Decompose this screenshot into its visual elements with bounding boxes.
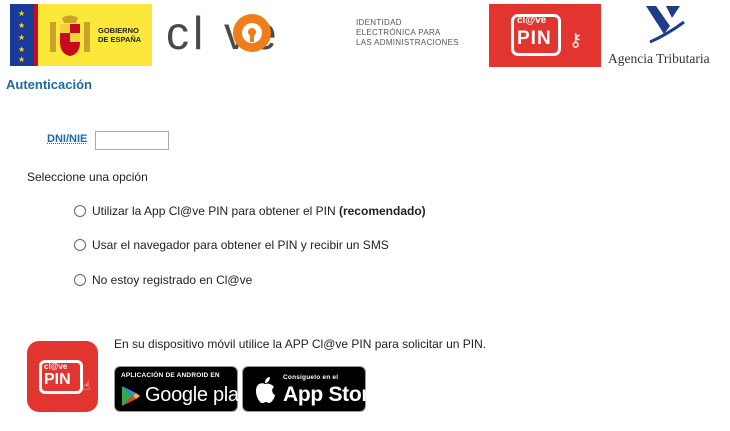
keys-icon: ⚷: [569, 30, 583, 50]
google-play-icon: [122, 386, 140, 406]
option-not-registered[interactable]: No estoy registrado en Cl@ve: [74, 272, 252, 288]
clave-sub-line2: ELECTRÓNICA PARA: [356, 28, 441, 37]
select-option-label: Seleccione una opción: [27, 170, 148, 184]
app-key-icon: ☝: [83, 379, 91, 393]
option-browser-sms-label: Usar el navegador para obtener el PIN y …: [92, 238, 389, 252]
gov-text-line1: GOBIERNO: [98, 26, 139, 35]
header-logos: ★ ★ ★ ★ ★ GOBIERNO DE ESPAÑA cl ve IDENTID…: [0, 0, 730, 72]
option-app-clave-pin-label: Utilizar la App Cl@ve PIN para obtener e…: [92, 204, 426, 218]
app-store-badge[interactable]: Consíguelo en el App Store: [242, 366, 381, 412]
spain-flag-stripe: [34, 4, 38, 66]
agencia-tributaria-logo: Agencia Tributaria: [606, 2, 724, 70]
clave-pin-app-icon: cl@ve PIN ☝: [27, 341, 98, 412]
app-store-small-text: Consíguelo en el: [283, 374, 339, 381]
google-play-small-text: APLICACIÓN DE ANDROID EN: [121, 372, 220, 379]
clave-at-keyhole-icon: [233, 14, 271, 52]
app-icon-pin: PIN: [44, 371, 71, 388]
clave-subtitle: IDENTIDAD ELECTRÓNICA PARA LAS ADMINISTR…: [356, 18, 459, 48]
app-instructions: En su dispositivo móvil utilice la APP C…: [114, 337, 487, 351]
gov-text-line2: DE ESPAÑA: [98, 35, 142, 44]
eu-flag-icon: ★ ★ ★ ★ ★: [10, 4, 34, 66]
option-not-registered-label: No estoy registrado en Cl@ve: [92, 273, 253, 287]
radio-browser-sms[interactable]: [74, 239, 86, 251]
clave-sub-line3: LAS ADMINISTRACIONES: [356, 38, 459, 47]
option-browser-sms[interactable]: Usar el navegador para obtener el PIN y …: [74, 237, 389, 253]
pin-logo-top: cl@ve: [517, 15, 547, 26]
apple-icon: [256, 377, 275, 404]
google-play-badge[interactable]: APLICACIÓN DE ANDROID EN Google play: [114, 366, 249, 412]
clave-pin-logo: cl@ve PIN ⚷: [489, 4, 601, 67]
google-play-big-text: Google play: [145, 384, 249, 406]
agencia-tributaria-mark-icon: [646, 6, 685, 44]
radio-app-clave-pin[interactable]: [74, 205, 86, 217]
app-icon-top: cl@ve: [44, 362, 68, 371]
agencia-tributaria-text: Agencia Tributaria: [608, 51, 710, 66]
clave-logo: cl ve: [166, 6, 366, 60]
coat-of-arms-icon: [50, 15, 90, 56]
dni-nie-label: DNI/NIE: [47, 133, 88, 145]
gobierno-espana-logo: ★ ★ ★ ★ ★ GOBIERNO DE ESPAÑA: [10, 4, 152, 66]
pin-logo-pin: PIN: [517, 28, 552, 49]
app-store-big-text: App Store: [283, 383, 381, 406]
dni-nie-input[interactable]: [95, 131, 169, 150]
page-title: Autenticación: [6, 77, 92, 92]
clave-sub-line1: IDENTIDAD: [356, 18, 402, 27]
option-app-clave-pin[interactable]: Utilizar la App Cl@ve PIN para obtener e…: [74, 203, 426, 219]
radio-not-registered[interactable]: [74, 274, 86, 286]
